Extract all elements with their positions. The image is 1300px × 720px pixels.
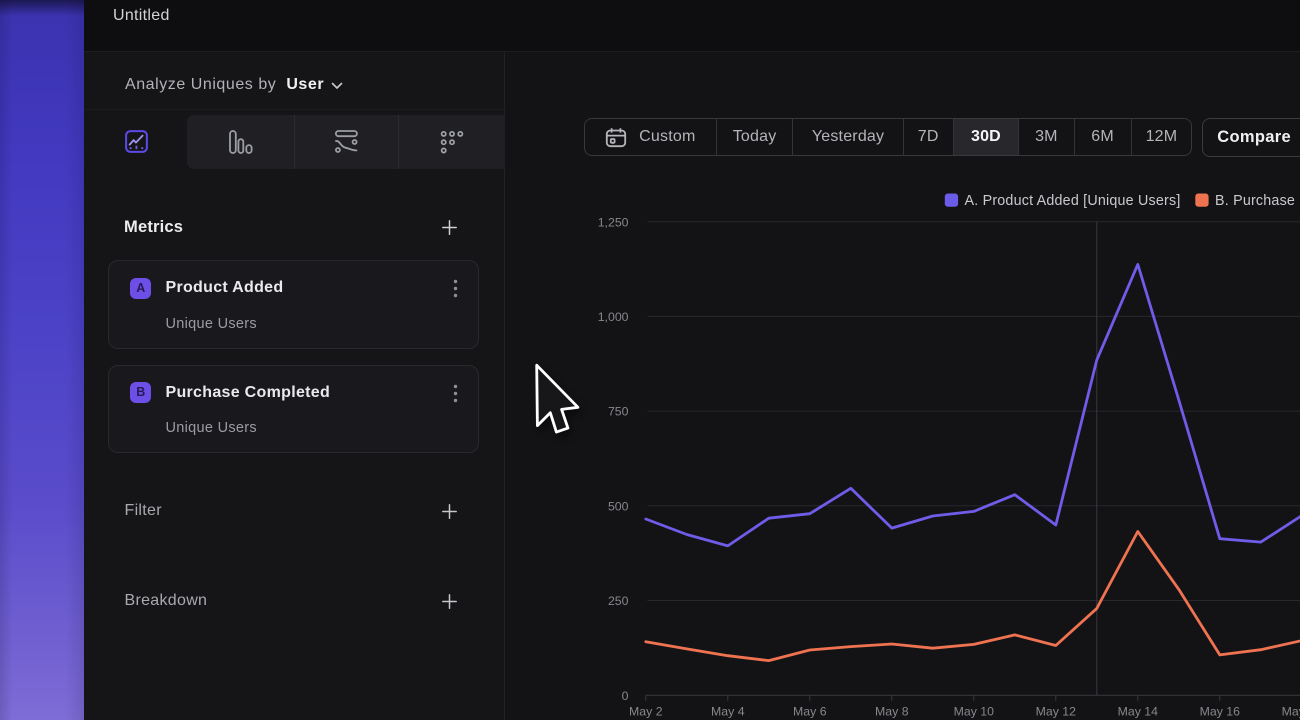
svg-text:500: 500 [608, 499, 629, 513]
svg-text:250: 250 [608, 594, 629, 608]
svg-text:1,250: 1,250 [598, 215, 629, 229]
svg-text:0: 0 [622, 689, 629, 703]
svg-text:May 10: May 10 [954, 705, 994, 719]
svg-text:B. Purchase Completed [Unique: B. Purchase Completed [Unique Users] [1215, 193, 1300, 209]
svg-text:May 12: May 12 [1036, 705, 1076, 719]
svg-text:May 8: May 8 [875, 705, 909, 719]
svg-text:May 4: May 4 [711, 705, 745, 719]
svg-text:May 6: May 6 [793, 705, 827, 719]
svg-text:May 18: May 18 [1282, 705, 1300, 719]
svg-text:750: 750 [608, 405, 629, 419]
svg-text:A. Product Added [Unique Users: A. Product Added [Unique Users] [965, 193, 1181, 209]
svg-text:May 16: May 16 [1200, 705, 1240, 719]
svg-text:May 2: May 2 [629, 705, 663, 719]
svg-text:1,000: 1,000 [598, 310, 629, 324]
svg-text:May 14: May 14 [1118, 705, 1158, 719]
